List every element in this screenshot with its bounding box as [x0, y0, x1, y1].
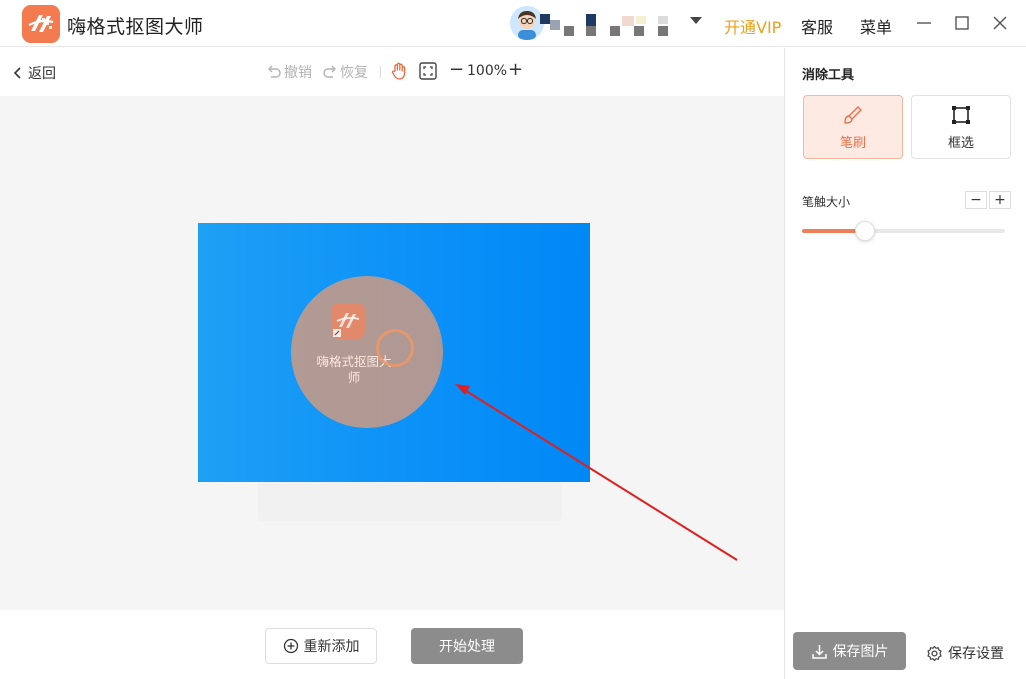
brush-size-decrease-button[interactable]: −: [965, 191, 987, 209]
undo-label: 撤销: [284, 65, 312, 81]
editor-toolbar: 返回 撤销 恢复 − 100% +: [0, 48, 784, 96]
app-title: 嗨格式抠图大师: [67, 16, 204, 38]
user-name-obscured: ▇▆▇▆▇▆▇: [540, 14, 676, 40]
redo-button[interactable]: 恢复: [322, 62, 368, 82]
hand-pan-icon[interactable]: [389, 61, 409, 81]
brush-icon: [844, 105, 862, 124]
close-icon[interactable]: [989, 12, 1011, 34]
zoom-out-button[interactable]: −: [449, 59, 464, 80]
minimize-icon[interactable]: [913, 12, 935, 34]
open-vip-link[interactable]: 开通VIP: [724, 14, 781, 38]
image-preview[interactable]: 嗨格式抠图大师: [198, 223, 590, 482]
fit-screen-icon[interactable]: [418, 61, 438, 81]
brush-tool-button[interactable]: 笔刷: [803, 95, 903, 159]
start-processing-button[interactable]: 开始处理: [411, 628, 523, 664]
toolbar-divider: [380, 66, 381, 78]
brush-size-increase-button[interactable]: +: [989, 191, 1011, 209]
erase-tool-panel: 消除工具 笔刷 框选 笔触大小 − + 保存图片 保存设置: [784, 48, 1026, 679]
re-add-label: 重新添加: [303, 639, 360, 655]
back-label: 返回: [28, 66, 56, 82]
re-add-button[interactable]: 重新添加: [265, 628, 377, 664]
desktop-app-icon: [331, 303, 365, 339]
account-dropdown-icon[interactable]: [690, 17, 702, 24]
menu-link[interactable]: 菜单: [860, 14, 892, 38]
save-image-label: 保存图片: [832, 644, 889, 660]
maximize-icon[interactable]: [951, 12, 973, 34]
brush-size-label: 笔触大小: [802, 195, 851, 209]
chevron-left-icon: [13, 67, 21, 79]
zoom-in-button[interactable]: +: [508, 59, 523, 80]
brush-cursor-icon: [376, 329, 414, 367]
rect-select-icon: [952, 105, 970, 124]
plus-circle-icon: [283, 638, 298, 654]
undo-icon: [268, 65, 281, 78]
customer-service-link[interactable]: 客服: [801, 14, 833, 38]
title-bar: 嗨格式抠图大师 ▇▆▇▆▇▆▇ 开通VIP 客服 菜单: [0, 0, 1026, 47]
brush-tool-label: 笔刷: [839, 135, 866, 151]
save-image-button[interactable]: 保存图片: [793, 632, 906, 670]
redo-icon: [323, 65, 336, 78]
save-settings-button[interactable]: 保存设置: [926, 643, 1004, 663]
back-button[interactable]: 返回: [12, 63, 56, 83]
user-avatar[interactable]: [510, 6, 544, 40]
app-logo-icon: [22, 5, 60, 43]
brush-size-slider[interactable]: [802, 221, 1005, 241]
brush-size-slider-thumb[interactable]: [855, 221, 875, 241]
rect-select-tool-label: 框选: [947, 135, 974, 151]
panel-title: 消除工具: [802, 68, 855, 83]
redo-label: 恢复: [340, 65, 368, 81]
rect-select-tool-button[interactable]: 框选: [911, 95, 1011, 159]
undo-button[interactable]: 撤销: [266, 62, 312, 82]
gear-icon: [927, 645, 942, 661]
save-settings-label: 保存设置: [948, 646, 1004, 662]
zoom-level: 100%: [467, 63, 508, 79]
brush-stroke-mark: [291, 276, 443, 428]
download-icon: [811, 644, 827, 659]
